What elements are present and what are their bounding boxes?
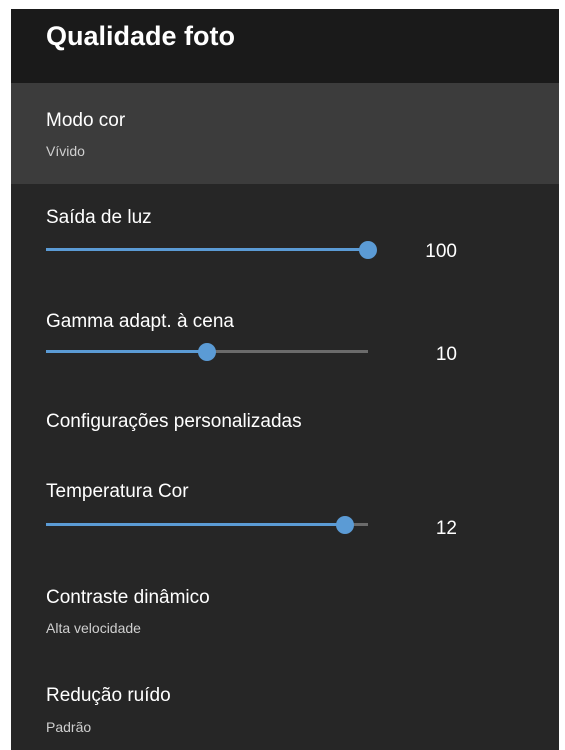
gamma-value: 10 — [435, 344, 457, 365]
menu-item-custom-settings[interactable]: Configurações personalizadas — [11, 394, 559, 464]
color-temperature-value: 12 — [435, 518, 457, 539]
page-title: Qualidade foto — [46, 21, 235, 51]
slider-fill — [46, 350, 207, 353]
light-output-value: 100 — [425, 241, 457, 262]
slider-thumb[interactable] — [198, 343, 216, 361]
dynamic-contrast-label: Contraste dinâmico — [46, 587, 210, 608]
color-mode-value: Vívido — [46, 143, 85, 159]
gamma-slider[interactable] — [46, 339, 368, 365]
menu-item-dynamic-contrast[interactable]: Contraste dinâmico Alta velocidade — [11, 574, 559, 674]
slider-fill — [46, 248, 368, 251]
color-mode-label: Modo cor — [46, 110, 126, 131]
noise-reduction-value: Padrão — [46, 719, 92, 735]
settings-panel: Qualidade foto Modo cor Vívido Saída de … — [11, 9, 559, 750]
menu-item-color-temperature[interactable]: Temperatura Cor 12 — [11, 464, 559, 574]
noise-reduction-label: Redução ruído — [46, 685, 171, 706]
menu-item-noise-reduction[interactable]: Redução ruído Padrão — [11, 674, 559, 750]
menu-item-color-mode[interactable]: Modo cor Vívido — [11, 83, 559, 184]
gamma-label: Gamma adapt. à cena — [46, 311, 234, 332]
slider-thumb[interactable] — [336, 516, 355, 534]
light-output-slider[interactable] — [46, 237, 377, 263]
color-temperature-label: Temperatura Cor — [46, 481, 189, 502]
slider-thumb[interactable] — [359, 241, 377, 259]
color-temperature-slider[interactable] — [46, 512, 368, 538]
menu-item-gamma[interactable]: Gamma adapt. à cena 10 — [11, 289, 559, 394]
dynamic-contrast-value: Alta velocidade — [46, 620, 141, 636]
header: Qualidade foto — [11, 9, 559, 83]
custom-settings-label: Configurações personalizadas — [46, 411, 302, 432]
light-output-label: Saída de luz — [46, 207, 152, 228]
slider-fill — [46, 523, 346, 526]
menu-item-light-output[interactable]: Saída de luz 100 — [11, 184, 559, 289]
